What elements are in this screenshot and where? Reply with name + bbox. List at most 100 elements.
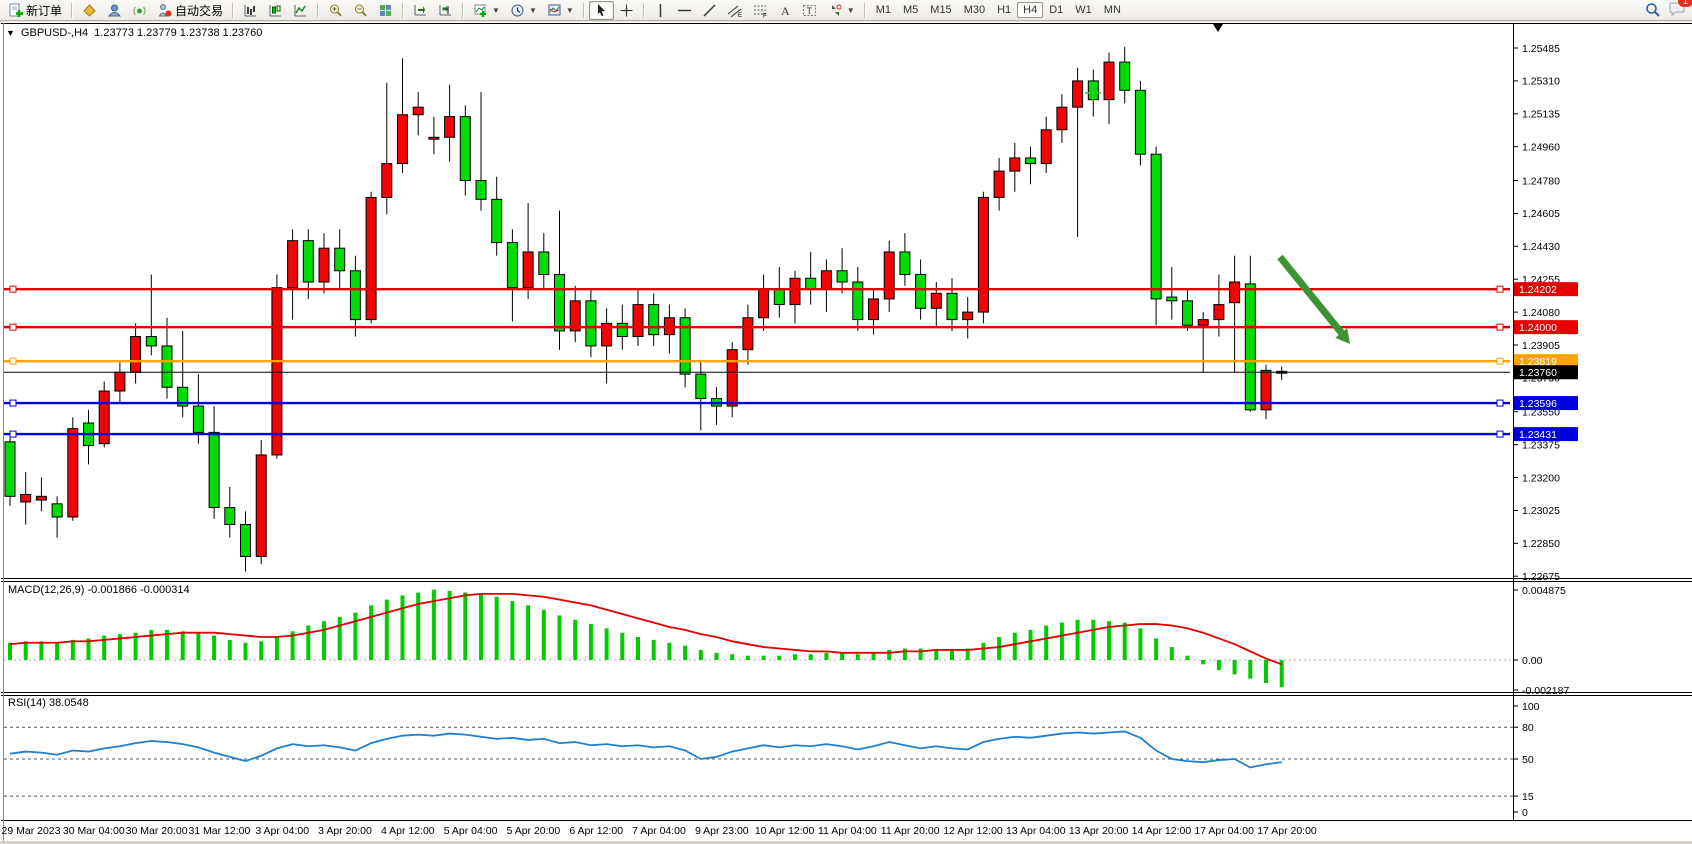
candle-body (884, 252, 894, 299)
candle-body (1214, 305, 1224, 320)
line-anchor-handle[interactable] (1497, 431, 1503, 437)
search-icon[interactable] (1645, 2, 1661, 18)
candle-body (193, 406, 203, 432)
equidistant-channel-tool-button[interactable]: E (722, 1, 748, 20)
timeframe-mn[interactable]: MN (1098, 2, 1127, 18)
auto-trading-icon (157, 3, 172, 18)
rsi-tick-label: 50 (1522, 754, 1534, 766)
line-anchor-handle[interactable] (10, 324, 16, 330)
zoom-in-button[interactable] (323, 1, 348, 20)
zoom-out-button[interactable] (348, 1, 373, 20)
timeframe-m5[interactable]: M5 (897, 2, 924, 18)
periods-button[interactable]: ▼ (505, 1, 542, 20)
new-chart-button[interactable]: ▼ (468, 1, 505, 20)
price-tick-label: 1.24080 (1522, 307, 1560, 319)
price-badge: 1.23431 (1514, 427, 1578, 441)
profile-button[interactable] (102, 1, 127, 20)
arrows-tool-button[interactable]: ▼ (823, 1, 860, 20)
rsi-panel (4, 727, 1513, 796)
fibonacci-tool-button[interactable]: F (748, 1, 774, 20)
vertical-line-tool-button[interactable] (649, 1, 672, 20)
text-label-icon: T (802, 3, 818, 18)
timeframe-h4[interactable]: H4 (1017, 2, 1043, 18)
chart-line-button[interactable] (288, 1, 313, 20)
timeframe-switcher: M1M5M15M30H1H4D1W1MN (870, 2, 1127, 18)
candle-body (696, 374, 706, 398)
timeframe-h1[interactable]: H1 (991, 2, 1017, 18)
toolbar-separator (232, 3, 234, 18)
candle-body (978, 197, 988, 312)
candle-body (586, 301, 596, 346)
price-tick-label: 1.25310 (1522, 76, 1560, 88)
chevron-down-icon: ▼ (492, 6, 500, 15)
macd-tick-label: 0.004875 (1522, 585, 1566, 597)
price-badge: 1.24000 (1514, 320, 1578, 334)
macd-tick-label: -0.002187 (1522, 685, 1569, 697)
expert-advisors-button[interactable] (77, 1, 102, 20)
chart-canvas[interactable]: 1.254851.253101.251351.249601.247801.246… (0, 22, 1692, 844)
line-anchor-handle[interactable] (10, 286, 16, 292)
candle-body (115, 372, 125, 391)
timeframe-w1[interactable]: W1 (1069, 2, 1098, 18)
date-tick-label: 17 Apr 20:00 (1257, 825, 1317, 837)
candle-body (963, 312, 973, 320)
notifications-button[interactable]: 1 (1669, 0, 1686, 21)
candle-body (1245, 284, 1255, 410)
notification-badge: 1 (1678, 0, 1692, 7)
templates-button[interactable]: ▼ (542, 1, 579, 20)
chart-shift-marker[interactable] (1213, 24, 1223, 32)
candle-body (272, 288, 282, 455)
date-axis[interactable]: 29 Mar 202330 Mar 04:0030 Mar 20:0031 Ma… (2, 825, 1317, 837)
symbol-period-label: GBPUSD-,H4 (21, 27, 88, 39)
candle-body (994, 171, 1004, 197)
price-axis[interactable]: 1.254851.253101.251351.249601.247801.246… (1513, 43, 1578, 583)
symbol-collapse-icon[interactable]: ▼ (6, 28, 15, 38)
svg-text:A: A (781, 4, 790, 18)
cursor-tool-button[interactable] (589, 1, 614, 20)
candle-body (366, 197, 376, 319)
timeframe-m15[interactable]: M15 (924, 2, 957, 18)
chart-shift-button[interactable] (433, 1, 458, 20)
price-tick-label: 1.24430 (1522, 241, 1560, 253)
timeframe-m30[interactable]: M30 (958, 2, 991, 18)
candle-body (853, 282, 863, 320)
candle-body (36, 496, 46, 500)
candle-body (5, 442, 15, 497)
price-tick-label: 1.23375 (1522, 439, 1560, 451)
timeframe-d1[interactable]: D1 (1043, 2, 1069, 18)
auto-trading-label: 自动交易 (175, 2, 223, 19)
chart-bars-button[interactable] (238, 1, 263, 20)
line-anchor-handle[interactable] (10, 431, 16, 437)
tile-windows-button[interactable] (373, 1, 398, 20)
line-anchor-handle[interactable] (1497, 400, 1503, 406)
date-tick-label: 31 Mar 12:00 (188, 825, 250, 837)
crosshair-tool-button[interactable] (614, 1, 639, 20)
new-order-button[interactable]: 新订单 (3, 0, 67, 21)
macd-axis: 0.0048750.00-0.002187 (1513, 585, 1569, 697)
candle-body (869, 299, 879, 320)
candle-body (1198, 320, 1208, 326)
panel-borders (1, 23, 1692, 842)
date-tick-label: 29 Mar 2023 (2, 825, 61, 837)
horizontal-line-tool-button[interactable] (672, 1, 697, 20)
chart-candles-button[interactable] (263, 1, 288, 20)
signals-button[interactable] (127, 1, 152, 20)
price-badge: 1.23596 (1514, 396, 1578, 410)
text-tool-button[interactable]: A (774, 1, 797, 20)
auto-scroll-button[interactable] (408, 1, 433, 20)
line-anchor-handle[interactable] (10, 358, 16, 364)
line-anchor-handle[interactable] (10, 400, 16, 406)
trend-arrow[interactable] (1280, 257, 1344, 336)
line-anchor-handle[interactable] (1497, 286, 1503, 292)
text-label-tool-button[interactable]: T (797, 1, 823, 20)
line-anchor-handle[interactable] (1497, 324, 1503, 330)
candle-body (1135, 90, 1145, 154)
candle-body (900, 252, 910, 275)
line-anchor-handle[interactable] (1497, 358, 1503, 364)
trendline-tool-button[interactable] (697, 1, 722, 20)
auto-trading-button[interactable]: 自动交易 (152, 0, 228, 21)
timeframe-m1[interactable]: M1 (870, 2, 897, 18)
chart-window[interactable]: 1.254851.253101.251351.249601.247801.246… (0, 22, 1692, 844)
price-tick-label: 1.25485 (1522, 43, 1560, 55)
candle-body (225, 508, 235, 525)
